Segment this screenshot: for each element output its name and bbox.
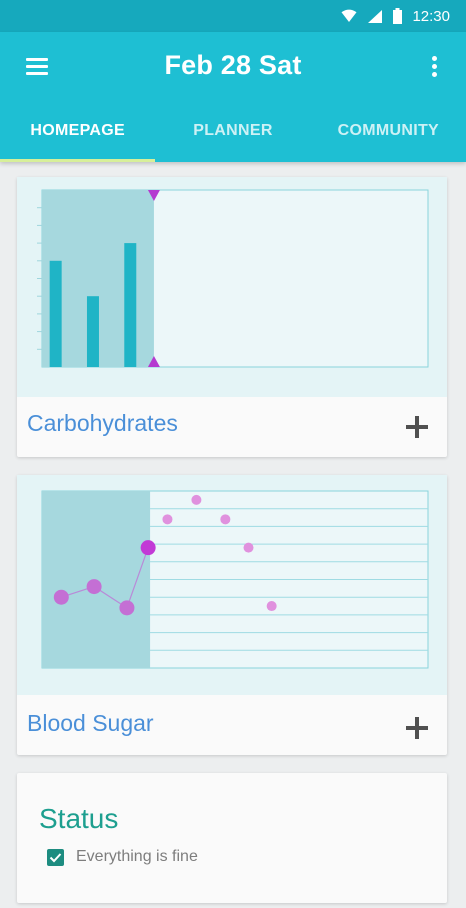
tab-bar: HOMEPAGE PLANNER COMMUNITY bbox=[0, 100, 466, 162]
status-checkbox[interactable] bbox=[47, 848, 64, 866]
blood-sugar-chart[interactable] bbox=[17, 475, 447, 695]
blood-sugar-point[interactable] bbox=[140, 540, 156, 556]
status-item: Everything is fine bbox=[47, 848, 198, 866]
carbohydrates-label[interactable]: Carbohydrates bbox=[27, 410, 178, 437]
blood-sugar-label[interactable]: Blood Sugar bbox=[27, 710, 154, 737]
tab-homepage[interactable]: HOMEPAGE bbox=[0, 100, 155, 162]
plus-icon[interactable] bbox=[405, 716, 429, 740]
page-title: Feb 28 Sat bbox=[164, 50, 302, 80]
carbohydrates-bar[interactable] bbox=[124, 243, 137, 367]
status-title: Status bbox=[39, 803, 119, 834]
blood-sugar-point[interactable] bbox=[220, 514, 231, 525]
status-item-text: Everything is fine bbox=[76, 848, 198, 865]
blood-sugar-point[interactable] bbox=[119, 600, 135, 616]
y-axis-ticks bbox=[37, 207, 42, 350]
blood-sugar-point[interactable] bbox=[53, 589, 69, 605]
app-bar: Feb 28 Sat HOMEPAGE PLANNER COMMUNITY bbox=[0, 32, 466, 162]
blood-sugar-point[interactable] bbox=[86, 579, 102, 595]
tab-indicator bbox=[0, 159, 155, 162]
carbohydrates-card: Carbohydrates bbox=[17, 177, 447, 457]
tab-community[interactable]: COMMUNITY bbox=[311, 100, 466, 162]
cell-signal-icon bbox=[368, 9, 383, 23]
plus-icon[interactable] bbox=[405, 415, 429, 439]
more-vert-icon[interactable] bbox=[424, 54, 444, 80]
status-card: Status Everything is fine bbox=[17, 773, 447, 903]
tab-planner[interactable]: PLANNER bbox=[155, 100, 310, 162]
check-icon bbox=[49, 852, 62, 862]
clock: 12:30 bbox=[412, 7, 450, 25]
status-bar: 12:30 bbox=[0, 0, 466, 32]
carbohydrates-chart[interactable] bbox=[17, 177, 447, 397]
blood-sugar-point[interactable] bbox=[162, 514, 173, 525]
blood-sugar-point[interactable] bbox=[243, 542, 254, 553]
app-screen: 12:30 Feb 28 Sat HOMEPAGE PLANNER COMMUN… bbox=[0, 0, 466, 908]
blood-sugar-point[interactable] bbox=[266, 601, 277, 612]
blood-sugar-point[interactable] bbox=[191, 494, 202, 505]
carbohydrates-bar[interactable] bbox=[86, 296, 99, 367]
battery-icon bbox=[393, 8, 403, 24]
wifi-icon bbox=[341, 9, 357, 22]
blood-sugar-card: Blood Sugar bbox=[17, 475, 447, 755]
blood-sugar-chart-area bbox=[17, 475, 447, 695]
carbohydrates-chart-area bbox=[17, 177, 447, 397]
carbohydrates-bar[interactable] bbox=[49, 260, 62, 367]
